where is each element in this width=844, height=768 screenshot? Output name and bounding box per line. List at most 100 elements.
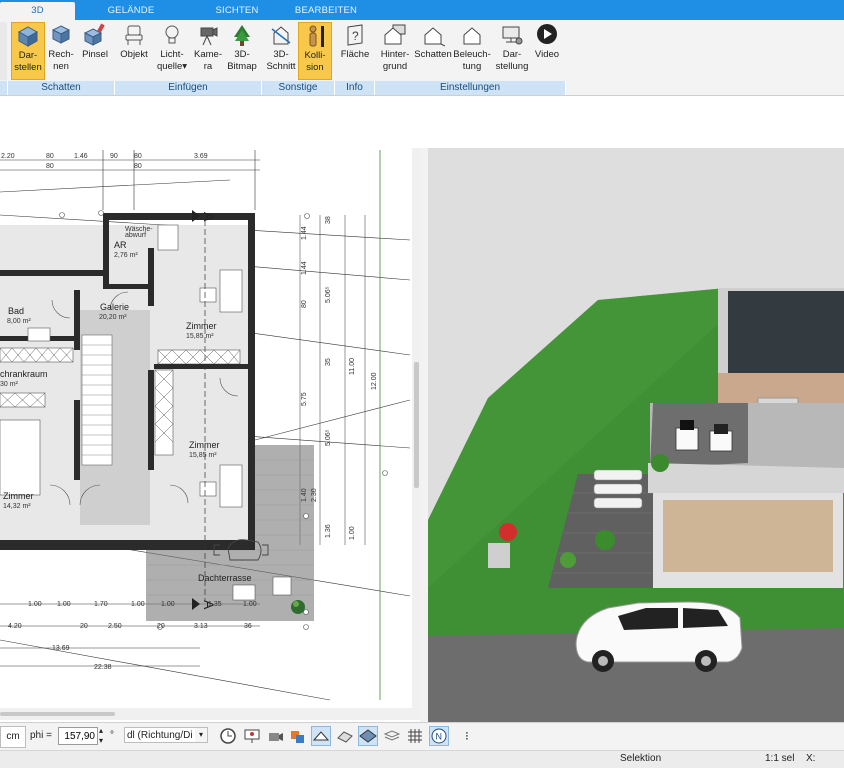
phi-spinner[interactable]: ▴ ▾: [97, 726, 105, 746]
cube-solid-icon: [12, 24, 44, 50]
darstellung-button[interactable]: Dar-stellung: [493, 22, 531, 80]
kamera-label-1: Kame-: [194, 49, 222, 60]
bottom-toolbar: cm phi = ▴▾ ° dl (Richtung/Di ▾ N ⁝: [0, 722, 844, 751]
house-background-icon: [377, 23, 413, 49]
room-bad-area: 8,00 m²: [7, 318, 31, 325]
dim-top-6: 3.69: [194, 153, 208, 160]
3d-bitmap-button[interactable]: 3D- Bitmap: [224, 22, 260, 80]
room-zimmer-1-name: Zimmer: [186, 321, 217, 331]
phi-input[interactable]: [58, 727, 98, 745]
dim-bottom-12: 3.13: [194, 623, 208, 630]
kamera-button[interactable]: Kame-ra: [192, 22, 224, 80]
dim-right-4: 80: [301, 300, 308, 308]
dim-right-10: 5.06⁵: [325, 429, 332, 446]
dim-bottom-3: 1.70: [94, 601, 108, 608]
3d-schnitt-button[interactable]: 3D- Schnitt: [264, 22, 298, 80]
video-play-icon: [531, 23, 563, 49]
presentation-icon[interactable]: [242, 726, 262, 746]
direction-mode-value: dl (Richtung/Di: [127, 730, 193, 741]
room-ar-area: 2,76 m²: [114, 252, 138, 259]
video-label: Video: [534, 49, 560, 60]
materials-icon[interactable]: [288, 726, 308, 746]
status-scale: 1:1 sel: [765, 753, 795, 764]
room-zimmer-2-name: Zimmer: [189, 440, 220, 450]
svg-text:⁝: ⁝: [465, 729, 469, 743]
dim-top-2: 80: [46, 153, 54, 160]
beleuchtung-button[interactable]: Beleuch-tung: [453, 22, 491, 80]
ribbon-tab-bar: 3D GELÄNDE SICHTEN BEARBEITEN: [0, 0, 844, 20]
layers-icon[interactable]: [358, 726, 378, 746]
kamera-label-2: ra: [203, 61, 213, 72]
pinsel-button[interactable]: Pinsel: [78, 22, 112, 80]
dim-bottom-9: 20: [80, 623, 88, 630]
dim-bottom-1: 1.00: [28, 601, 42, 608]
tab-sichten[interactable]: SICHTEN: [195, 2, 279, 20]
schatten-button[interactable]: Schatten: [413, 22, 453, 80]
dim-right-8: 12.00: [371, 372, 378, 390]
floor-plan-view[interactable]: A A AR 2,76 m² Wäsche- abwurf Bad 8,00 m…: [0, 148, 422, 708]
room-dachterrasse-name: Dachterrasse: [198, 573, 252, 583]
dim-bottom-4: 1.00: [131, 601, 145, 608]
ribbon-group-einstellungen: Einstellungen: [375, 81, 566, 95]
tab-gelaende[interactable]: GELÄNDE: [92, 2, 170, 20]
dim-right-6: 35: [325, 358, 332, 366]
objekt-label: Objekt: [120, 49, 148, 60]
dim-bottom-13: 36: [244, 623, 252, 630]
kollision-button[interactable]: Kolli-sion: [298, 22, 332, 80]
flaeche-button[interactable]: ? Fläche: [337, 22, 373, 80]
hintergrund-label-2: grund: [382, 61, 408, 72]
room-zimmer-1-area: 15,85 m²: [186, 333, 214, 340]
camera-view-icon[interactable]: [265, 726, 285, 746]
lichtquelle-button[interactable]: Licht-quelle▾: [153, 22, 191, 80]
stack-icon[interactable]: [382, 726, 402, 746]
lichtquelle-label-1: Licht-: [160, 49, 184, 60]
dim-bottom-2: 1.00: [57, 601, 71, 608]
chevron-down-icon[interactable]: ▾: [195, 728, 207, 742]
house-shadow-icon: [413, 23, 453, 49]
video-button[interactable]: Video: [531, 22, 563, 80]
dim-right-2: 1.44: [301, 226, 308, 240]
phi-label: phi =: [30, 730, 52, 741]
plan-vertical-scroll-thumb[interactable]: [414, 362, 419, 488]
dim-top-1: 2.20: [1, 153, 15, 160]
display-settings-icon: [493, 23, 531, 49]
room-bad-name: Bad: [8, 306, 24, 316]
ribbon-group-info: Info: [335, 81, 375, 95]
rechnen-button[interactable]: Rech-nen: [46, 22, 76, 80]
darstellung-label-2: stellung: [495, 61, 529, 72]
terrain-view-icon[interactable]: [311, 726, 331, 746]
chair-icon: [117, 23, 151, 49]
grid-icon[interactable]: [405, 726, 425, 746]
area-info-icon: ?: [337, 23, 373, 49]
dim-right-12: 2.30: [311, 488, 318, 502]
tab-3d[interactable]: 3D: [0, 2, 75, 20]
camera-icon: [192, 23, 224, 49]
darstellen-label-1: Dar-: [18, 50, 38, 61]
dim-right-7: 11.00: [349, 358, 356, 375]
more-options-icon[interactable]: ⁝: [458, 726, 478, 746]
darstellung-label-1: Dar-: [502, 49, 522, 60]
dim-right-1: 38: [325, 216, 332, 224]
objekt-button[interactable]: Objekt: [117, 22, 151, 80]
rechnen-label-1: Rech-: [48, 49, 74, 60]
3d-view[interactable]: [428, 148, 844, 722]
kollision-label-2: sion: [306, 62, 324, 73]
unit-field[interactable]: cm: [0, 726, 26, 748]
clock-icon[interactable]: [218, 726, 238, 746]
hatch-icon[interactable]: [335, 726, 355, 746]
toolbar-band: [0, 96, 844, 148]
tab-bearbeiten[interactable]: BEARBEITEN: [294, 2, 358, 20]
hintergrund-button[interactable]: Hinter-grund: [377, 22, 413, 80]
3d-schnitt-label-1: 3D-: [273, 49, 289, 60]
room-schrankraum-area: 30 m²: [0, 381, 19, 388]
house-light-icon: [453, 23, 491, 49]
north-icon[interactable]: N: [429, 726, 449, 746]
kollision-label-1: Kolli-: [304, 50, 326, 61]
view-splitter[interactable]: [420, 148, 428, 722]
room-ar-name: AR: [114, 240, 127, 250]
dim-right-13: 1.36: [325, 524, 332, 538]
plan-horizontal-scroll-thumb[interactable]: [0, 712, 115, 716]
darstellen-button[interactable]: Dar-stellen: [11, 22, 45, 80]
cube-render-icon: [46, 23, 76, 49]
dim-bottom-8: 4.20: [8, 623, 22, 630]
